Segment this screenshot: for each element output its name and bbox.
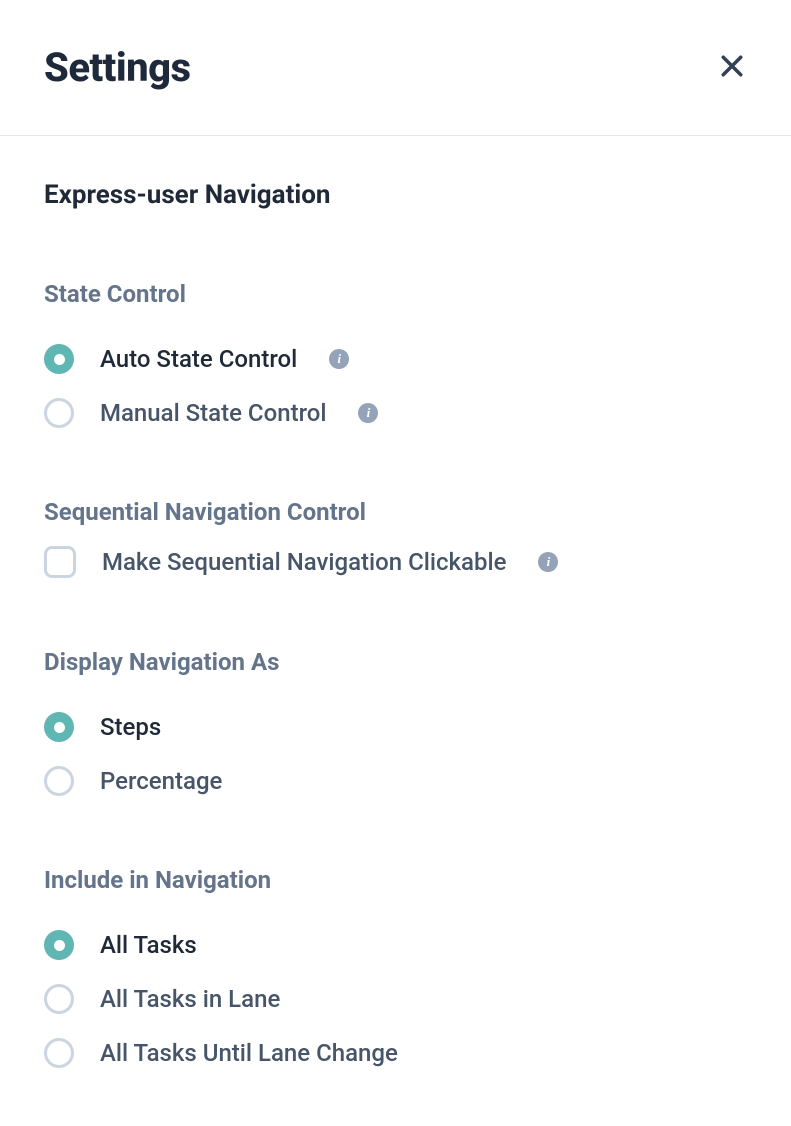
state-control-title: State Control: [44, 280, 747, 308]
radio-label: Steps: [100, 713, 161, 741]
info-icon[interactable]: i: [538, 552, 558, 572]
checkbox-icon: [44, 546, 76, 578]
radio-icon: [44, 712, 74, 742]
page-title: Settings: [44, 44, 191, 91]
radio-icon: [44, 1038, 74, 1068]
radio-icon: [44, 930, 74, 960]
display-as-group: Display Navigation As Steps Percentage: [44, 648, 747, 796]
info-icon[interactable]: i: [329, 349, 349, 369]
radio-label: Manual State Control: [100, 399, 326, 427]
display-as-title: Display Navigation As: [44, 648, 747, 676]
sequential-nav-group: Sequential Navigation Control Make Seque…: [44, 498, 747, 578]
checkbox-label: Make Sequential Navigation Clickable: [102, 548, 506, 576]
radio-all-tasks-until-lane-change[interactable]: All Tasks Until Lane Change: [44, 1038, 747, 1068]
radio-all-tasks-in-lane[interactable]: All Tasks in Lane: [44, 984, 747, 1014]
state-control-group: State Control Auto State Control i Manua…: [44, 280, 747, 428]
radio-icon: [44, 984, 74, 1014]
sequential-nav-title: Sequential Navigation Control: [44, 498, 747, 526]
close-icon: [717, 51, 747, 85]
radio-icon: [44, 766, 74, 796]
radio-icon: [44, 344, 74, 374]
radio-label: All Tasks Until Lane Change: [100, 1039, 398, 1067]
section-title: Express-user Navigation: [44, 180, 747, 210]
settings-content: Express-user Navigation State Control Au…: [0, 136, 791, 1068]
radio-label: All Tasks: [100, 931, 197, 959]
include-in-title: Include in Navigation: [44, 866, 747, 894]
radio-icon: [44, 398, 74, 428]
close-button[interactable]: [717, 51, 747, 85]
radio-percentage[interactable]: Percentage: [44, 766, 747, 796]
checkbox-make-sequential-clickable[interactable]: Make Sequential Navigation Clickable i: [44, 546, 747, 578]
radio-manual-state-control[interactable]: Manual State Control i: [44, 398, 747, 428]
radio-label: All Tasks in Lane: [100, 985, 280, 1013]
radio-label: Auto State Control: [100, 345, 297, 373]
info-icon[interactable]: i: [358, 403, 378, 423]
include-in-group: Include in Navigation All Tasks All Task…: [44, 866, 747, 1068]
radio-all-tasks[interactable]: All Tasks: [44, 930, 747, 960]
radio-auto-state-control[interactable]: Auto State Control i: [44, 344, 747, 374]
radio-label: Percentage: [100, 767, 222, 795]
settings-header: Settings: [0, 0, 791, 136]
radio-steps[interactable]: Steps: [44, 712, 747, 742]
